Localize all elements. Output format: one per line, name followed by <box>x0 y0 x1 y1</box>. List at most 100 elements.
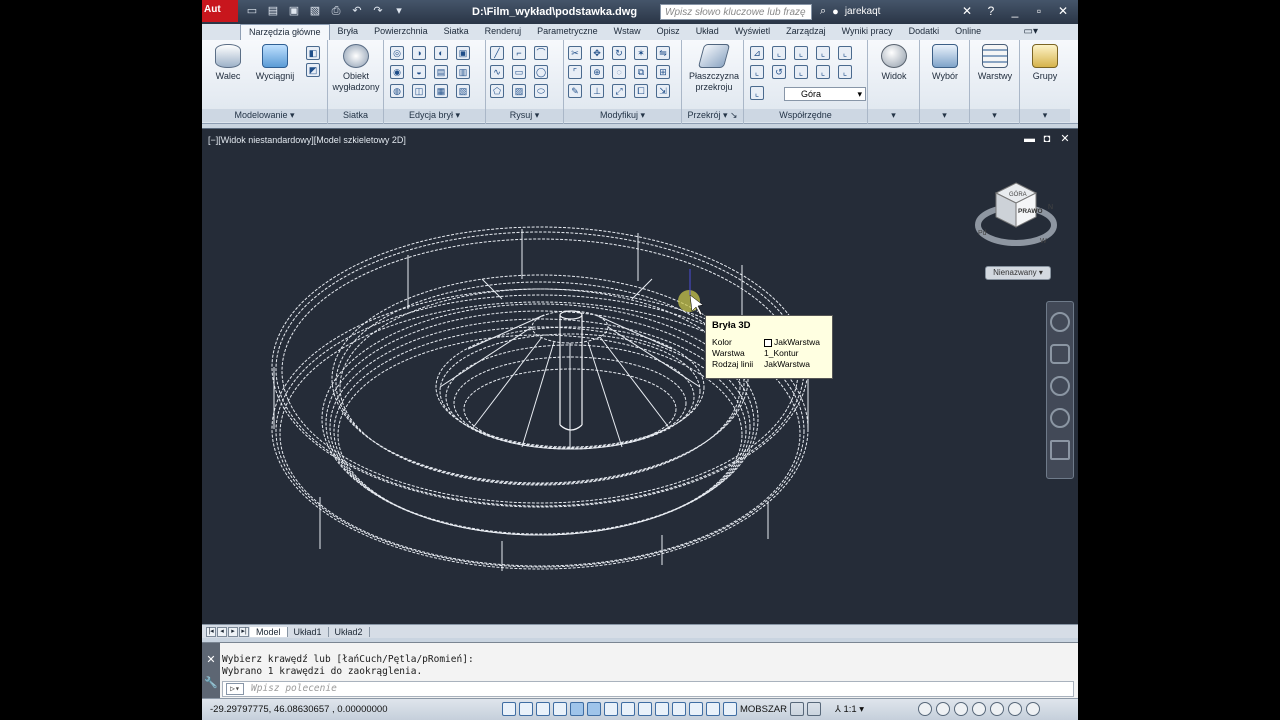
separate-icon[interactable]: ◍ <box>390 84 404 98</box>
redo-icon[interactable]: ↷ <box>370 4 386 19</box>
zoom-icon[interactable] <box>1050 376 1070 396</box>
coordinates-readout[interactable]: -29.29797775, 46.08630657 , 0.00000000 <box>210 704 388 715</box>
rectangle-icon[interactable]: ▭ <box>512 65 526 79</box>
warstwy-button[interactable]: Warstwy <box>972 44 1018 82</box>
next-layout-icon[interactable]: ▸ <box>228 626 238 637</box>
tab-wyniki-pracy[interactable]: Wyniki pracy <box>834 24 901 40</box>
close-icon[interactable]: ✕ <box>1054 4 1072 18</box>
wyciagnij-button[interactable]: Wyciągnij <box>252 44 298 82</box>
panel-wybor-menu[interactable]: ▾ <box>920 109 969 122</box>
quick-view-drawings-icon[interactable] <box>806 702 821 716</box>
plot-icon[interactable]: ⎙ <box>328 4 344 19</box>
grid-icon[interactable] <box>519 702 533 716</box>
ucs-y-icon[interactable]: ⌞ <box>816 46 830 60</box>
3d-rotate-icon[interactable]: ◌ <box>612 65 626 79</box>
panel-title-edycja-bryl[interactable]: Edycja brył ▾ <box>384 109 485 122</box>
grupy-button[interactable]: Grupy <box>1024 44 1066 82</box>
slice-icon[interactable]: ◒ <box>412 65 426 79</box>
tab-renderuj[interactable]: Renderuj <box>477 24 530 40</box>
tab-uklad1[interactable]: Układ1 <box>288 626 329 637</box>
command-input[interactable]: ▷▾ Wpisz polecenie <box>222 681 1074 697</box>
trim-icon[interactable]: ✂ <box>568 46 582 60</box>
panel-title-wspolrzedne[interactable]: Współrzędne <box>744 109 867 122</box>
dyn-icon[interactable] <box>638 702 652 716</box>
undo-icon[interactable]: ↶ <box>349 4 365 19</box>
hatch-icon[interactable]: ▨ <box>512 84 526 98</box>
ribbon-toggle-icon[interactable]: ▭▾ <box>1024 26 1038 37</box>
ellipse-icon[interactable]: ⬭ <box>534 84 548 98</box>
open-icon[interactable]: ▤ <box>265 4 281 19</box>
ucs-world-icon[interactable]: ⌞ <box>750 65 764 79</box>
command-line-grip[interactable]: ✕ 🔧 <box>202 643 220 699</box>
offset-icon[interactable]: ⧉ <box>634 65 648 79</box>
polar-icon[interactable] <box>553 702 567 716</box>
arc-icon[interactable]: ⌒ <box>534 46 548 60</box>
prev-layout-icon[interactable]: ◂ <box>217 626 227 637</box>
quick-view-layouts-icon[interactable] <box>790 702 804 716</box>
snap-icon[interactable] <box>502 702 516 716</box>
save-icon[interactable]: ▣ <box>286 4 302 19</box>
panel-title-przekroj[interactable]: Przekrój ▾ ↘ <box>682 109 743 122</box>
interfere-icon[interactable]: ◉ <box>390 65 404 79</box>
tab-opisz[interactable]: Opisz <box>649 24 688 40</box>
application-menu-button[interactable]: Aut <box>202 0 238 22</box>
plaszczyzna-przekroju-button[interactable]: Płaszczyzna przekroju <box>686 44 742 93</box>
spline-icon[interactable]: ∿ <box>490 65 504 79</box>
ucs-origin-icon[interactable]: ⌞ <box>772 46 786 60</box>
auto-scale-icon[interactable] <box>936 702 950 716</box>
copy-icon[interactable]: ⧠ <box>634 84 648 98</box>
last-layout-icon[interactable]: ▸| <box>239 626 249 637</box>
search-input[interactable]: Wpisz słowo kluczowe lub frazę <box>660 4 812 20</box>
lineweight-icon[interactable] <box>655 702 669 716</box>
ucs-face-icon[interactable]: ⌞ <box>838 65 852 79</box>
widok-button[interactable]: Widok <box>872 44 916 82</box>
ucs-named-icon[interactable]: ⌞ <box>750 86 764 100</box>
quick-properties-icon[interactable] <box>689 702 703 716</box>
ucs-x-icon[interactable]: ⌞ <box>794 46 808 60</box>
tab-parametryczne[interactable]: Parametryczne <box>529 24 606 40</box>
selection-cycling-icon[interactable] <box>706 702 720 716</box>
pan-icon[interactable] <box>1050 344 1070 364</box>
fillet-icon[interactable]: ⌜ <box>568 65 582 79</box>
close-icon[interactable]: ✕ <box>202 653 220 666</box>
model-space-toggle[interactable]: MOBSZAR <box>740 704 787 715</box>
help-icon[interactable]: ? <box>982 4 1000 18</box>
tab-bryla[interactable]: Bryła <box>330 24 367 40</box>
panel-title-siatka[interactable]: Siatka <box>328 109 383 122</box>
wybor-button[interactable]: Wybór <box>924 44 966 82</box>
ucs-icon[interactable]: ⊿ <box>750 46 764 60</box>
user-name[interactable]: jarekaqt <box>845 6 881 17</box>
named-view-dropdown[interactable]: Nienazwany ▾ <box>985 266 1051 280</box>
tab-powierzchnia[interactable]: Powierzchnia <box>366 24 436 40</box>
annotation-scale[interactable]: ⅄ 1:1 ▾ <box>835 704 864 715</box>
extract-edges-icon[interactable]: ▣ <box>456 46 470 60</box>
align-icon[interactable]: ⊥ <box>590 84 604 98</box>
workspace-icon[interactable]: ▾ <box>391 4 407 19</box>
binoculars-icon[interactable]: ⌕ <box>820 5 826 18</box>
annotation-monitor-icon[interactable] <box>723 702 737 716</box>
scale-icon[interactable]: ⤢ <box>612 84 626 98</box>
workspace-switch-icon[interactable] <box>954 702 968 716</box>
viewcube-icon[interactable]: GÓRA PRAWO Pd W N <box>974 179 1058 255</box>
tab-wstaw[interactable]: Wstaw <box>606 24 649 40</box>
panel-title-modelowanie[interactable]: Modelowanie ▾ <box>202 109 327 122</box>
clean-screen-icon[interactable] <box>1026 702 1040 716</box>
command-prompt-icon[interactable]: ▷▾ <box>226 683 244 695</box>
press-pull-icon[interactable]: ◧ <box>306 46 320 60</box>
tab-zarzadzaj[interactable]: Zarządzaj <box>778 24 834 40</box>
subtract-icon[interactable]: ◑ <box>412 46 426 60</box>
save-as-icon[interactable]: ▧ <box>307 4 323 19</box>
imprint-icon[interactable]: ▥ <box>456 65 470 79</box>
restore-icon[interactable]: ▫ <box>1030 4 1048 18</box>
tab-uklad2[interactable]: Układ2 <box>329 626 370 637</box>
annotation-visibility-icon[interactable] <box>918 702 932 716</box>
circle-icon[interactable]: ◯ <box>534 65 548 79</box>
panel-title-rysuj[interactable]: Rysuj ▾ <box>486 109 563 122</box>
otrack-icon[interactable] <box>604 702 618 716</box>
panel-warstwy-menu[interactable]: ▾ <box>970 109 1019 122</box>
tab-uklad[interactable]: Układ <box>688 24 727 40</box>
exchange-icon[interactable]: ✕ <box>958 4 976 18</box>
ucs-view-icon[interactable]: ⌞ <box>794 65 808 79</box>
tab-narzedzia-glowne[interactable]: Narzędzia główne <box>240 24 330 40</box>
polygon-icon[interactable]: ⬠ <box>490 84 504 98</box>
